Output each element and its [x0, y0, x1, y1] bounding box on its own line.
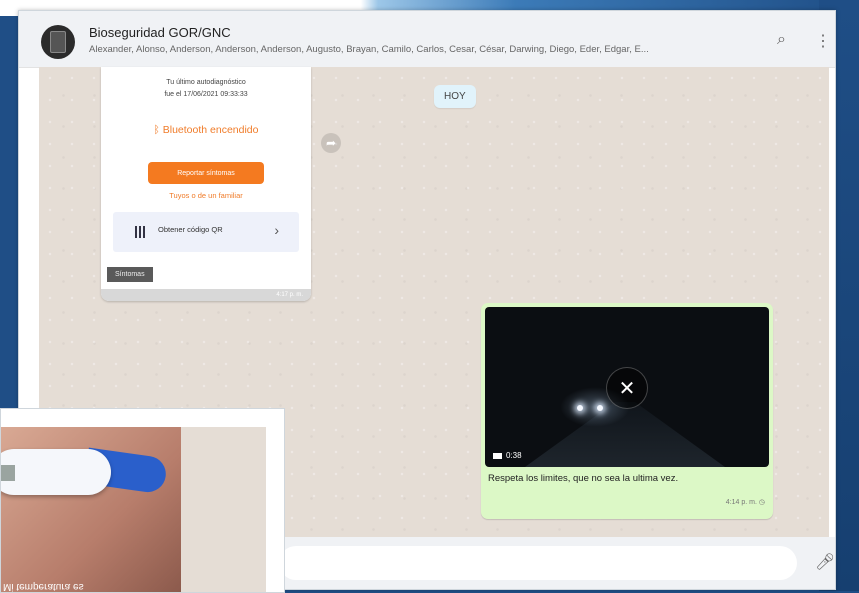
cancel-download-button[interactable]: ✕: [606, 367, 648, 409]
video-duration: 0:38: [493, 451, 522, 460]
diagnostic-text: Tu último autodiagnóstico fue el 17/06/2…: [164, 79, 248, 98]
qr-row: Obtener código QR ›: [113, 212, 299, 252]
bluetooth-icon: ᛒ: [153, 124, 163, 136]
video-thumbnail[interactable]: ✕ 0:38: [485, 307, 769, 467]
date-chip: HOY: [434, 85, 476, 108]
qr-icon: [135, 226, 147, 238]
group-members: Alexander, Alonso, Anderson, Anderson, A…: [89, 44, 649, 55]
headlight: [597, 405, 603, 411]
more-vertical-icon[interactable]: ⋮: [815, 31, 831, 51]
thermometer: [1, 449, 111, 495]
image-message[interactable]: Tu último autodiagnóstico fue el 17/06/2…: [101, 67, 311, 301]
message-input[interactable]: [279, 546, 797, 580]
qr-label: Obtener código QR: [158, 225, 223, 234]
group-title[interactable]: Bioseguridad GOR/GNC: [89, 25, 231, 40]
mirrored-caption: Mi temperatura es: [3, 581, 84, 592]
video-camera-icon: [493, 452, 502, 459]
family-link: Tuyos o de un familiar: [169, 191, 243, 200]
message-time: 4:17 p. m.: [276, 292, 303, 298]
overlay-screenshot: Mi temperatura es: [0, 408, 285, 593]
forward-icon[interactable]: ➦: [321, 133, 341, 153]
chat-header[interactable]: Bioseguridad GOR/GNC Alexander, Alonso, …: [19, 11, 835, 68]
microphone-icon[interactable]: 🎤︎: [815, 552, 835, 572]
chevron-right-icon: ›: [274, 222, 279, 238]
search-icon[interactable]: ⌕: [777, 31, 786, 49]
report-symptoms-button: Reportar síntomas: [148, 162, 264, 184]
group-avatar[interactable]: [41, 25, 75, 59]
clock-icon: ◷: [758, 499, 765, 506]
symptoms-tab: Síntomas: [107, 267, 153, 282]
thermometer-display: [1, 465, 15, 481]
bluetooth-status: ᛒ Bluetooth encendido: [153, 124, 259, 136]
video-caption: Respeta los limites, que no sea la ultim…: [488, 473, 679, 484]
message-time: 4:14 p. m. ◷: [725, 499, 765, 506]
overlay-chat-bg: [181, 427, 266, 592]
outgoing-video-message[interactable]: ✕ 0:38 Respeta los limites, que no sea l…: [481, 303, 773, 519]
headlight: [577, 405, 583, 411]
